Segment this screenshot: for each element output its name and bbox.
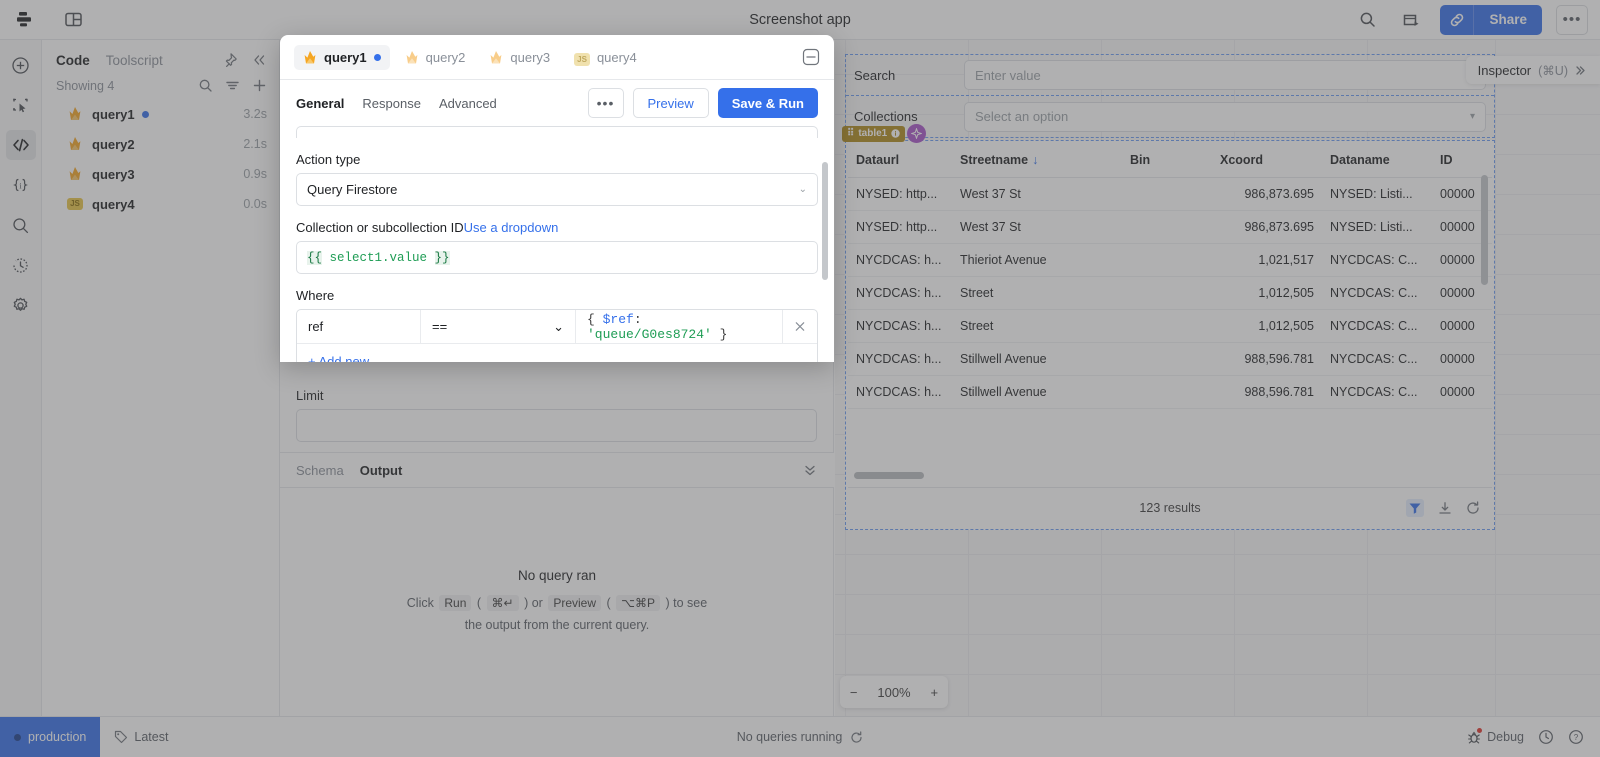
modal-tab-label: query3 bbox=[510, 49, 551, 65]
action-type-value: Query Firestore bbox=[307, 182, 398, 197]
where-row: ref == ⌄ { $ref: 'queue/G0es8724' } bbox=[297, 310, 817, 344]
modal-more-button[interactable]: ••• bbox=[587, 88, 624, 118]
save-and-run-button[interactable]: Save & Run bbox=[717, 88, 818, 118]
app-root: Screenshot app Share ••• i Code Toolscri… bbox=[0, 0, 1600, 757]
modal-tab-label: query2 bbox=[425, 49, 466, 65]
firestore-flame-icon bbox=[489, 50, 503, 65]
collection-id-input[interactable]: {{ select1.value }} bbox=[296, 241, 818, 274]
tab-response[interactable]: Response bbox=[362, 96, 421, 111]
remove-where-row-icon[interactable] bbox=[783, 310, 817, 343]
where-label: Where bbox=[296, 288, 335, 303]
chevron-down-icon: ⌄ bbox=[553, 318, 564, 334]
tab-general[interactable]: General bbox=[296, 96, 344, 111]
action-type-label: Action type bbox=[296, 152, 361, 167]
firestore-flame-icon bbox=[303, 50, 317, 65]
firestore-flame-icon bbox=[405, 50, 419, 65]
javascript-icon: JS bbox=[574, 50, 590, 66]
minimize-icon[interactable] bbox=[802, 48, 820, 66]
where-operator-value: == bbox=[432, 319, 448, 334]
where-field-input[interactable]: ref bbox=[297, 310, 421, 343]
modal-tab-query4[interactable]: JS query4 bbox=[565, 45, 646, 70]
modal-tab-query1[interactable]: query1 bbox=[294, 44, 390, 70]
modal-tab-label: query4 bbox=[596, 49, 637, 65]
collection-id-value: {{ select1.value }} bbox=[307, 250, 450, 265]
modal-tab-strip: query1 query2 query3 JS query4 bbox=[280, 35, 834, 80]
modal-tab-label: query1 bbox=[324, 49, 367, 65]
tab-advanced[interactable]: Advanced bbox=[439, 96, 497, 111]
query-editor-modal: query1 query2 query3 JS query4 General R… bbox=[280, 35, 834, 362]
modified-dot bbox=[373, 53, 381, 61]
collection-id-text: Collection or subcollection ID bbox=[296, 220, 464, 235]
modal-subtabs: General Response Advanced ••• Preview Sa… bbox=[280, 80, 834, 126]
where-clause-box: ref == ⌄ { $ref: 'queue/G0es8724' } + Ad… bbox=[296, 309, 818, 362]
chevron-down-icon: ⌄ bbox=[798, 184, 807, 195]
modal-body: Action type Query Firestore ⌄ Collection… bbox=[280, 126, 834, 362]
where-operator-select[interactable]: == ⌄ bbox=[421, 310, 576, 343]
where-value-input[interactable]: { $ref: 'queue/G0es8724' } bbox=[576, 310, 783, 343]
action-type-select[interactable]: Query Firestore ⌄ bbox=[296, 173, 818, 206]
preview-button[interactable]: Preview bbox=[632, 88, 709, 118]
modal-tab-query3[interactable]: query3 bbox=[480, 45, 559, 70]
where-value-text: { $ref: 'queue/G0es8724' } bbox=[587, 311, 728, 342]
scrolled-field-top bbox=[296, 126, 818, 138]
add-new-where-button[interactable]: + Add new bbox=[297, 344, 817, 363]
collection-id-label: Collection or subcollection IDUse a drop… bbox=[296, 220, 818, 235]
modal-actions: ••• Preview Save & Run bbox=[587, 88, 818, 118]
modal-scrollbar[interactable] bbox=[822, 162, 828, 280]
modal-tab-query2[interactable]: query2 bbox=[396, 45, 475, 70]
use-a-dropdown-link[interactable]: Use a dropdown bbox=[464, 220, 559, 235]
